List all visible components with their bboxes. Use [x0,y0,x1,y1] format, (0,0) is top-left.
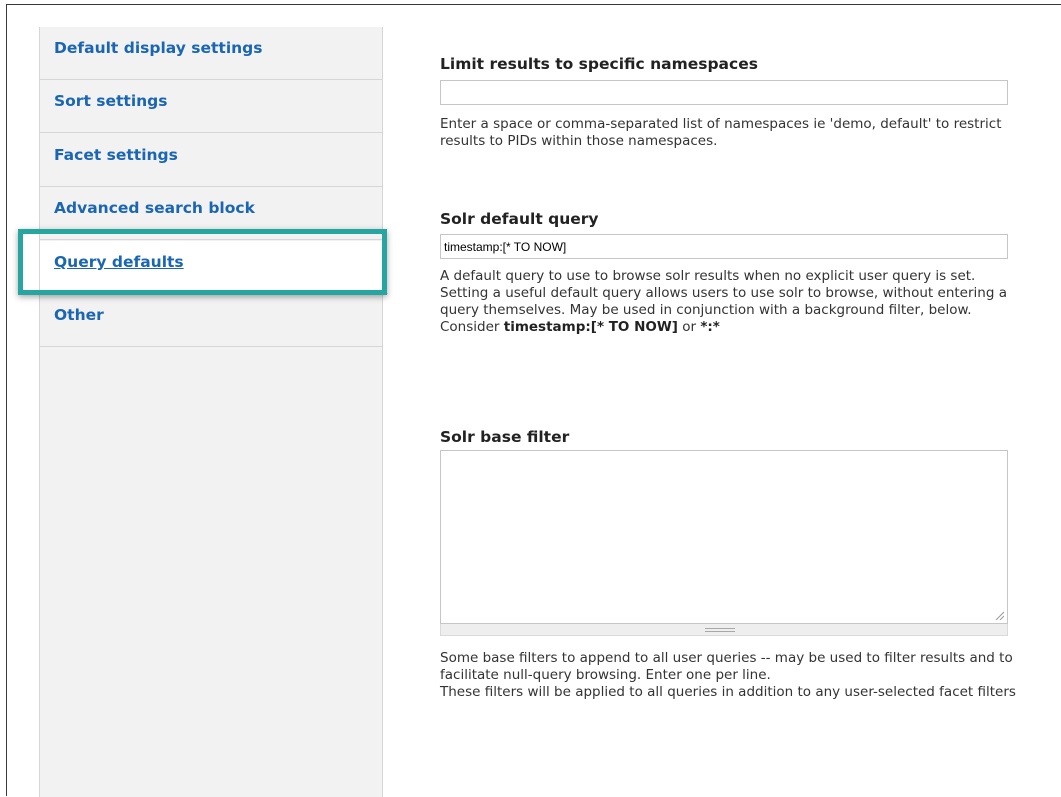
default-query-input[interactable] [440,234,1008,259]
base-filter-description: Some base filters to append to all user … [440,650,1020,701]
tab-facet-settings[interactable]: Facet settings [40,134,382,187]
namespaces-label: Limit results to specific namespaces [440,55,758,73]
tab-advanced-search-block[interactable]: Advanced search block [40,187,382,240]
consider-prefix: Consider [440,319,504,335]
consider-example-wildcard: *:* [700,319,720,335]
base-filter-help-1: Some base filters to append to all user … [440,650,1013,683]
default-query-label: Solr default query [440,210,599,228]
tab-query-defaults[interactable]: Query defaults [40,241,388,294]
tab-default-display-settings[interactable]: Default display settings [40,27,382,80]
vertical-tabs-sidebar: Default display settings Sort settings F… [39,27,388,797]
base-filter-help-2: These filters will be applied to all que… [440,684,1016,700]
tab-sort-settings[interactable]: Sort settings [40,80,382,133]
namespaces-input[interactable] [440,80,1008,105]
namespaces-description: Enter a space or comma-separated list of… [440,116,1002,149]
default-query-help: A default query to use to browse solr re… [440,268,1007,318]
resize-corner-icon[interactable] [994,610,1004,620]
grippie-icon [705,628,735,632]
default-query-description: A default query to use to browse solr re… [440,268,1020,336]
textarea-resize-grippie[interactable] [440,624,1008,636]
base-filter-label: Solr base filter [440,428,570,446]
consider-or: or [677,319,701,335]
tab-other[interactable]: Other [40,294,382,347]
consider-example-timestamp: timestamp:[* TO NOW] [503,319,678,335]
base-filter-textarea[interactable] [440,450,1008,624]
